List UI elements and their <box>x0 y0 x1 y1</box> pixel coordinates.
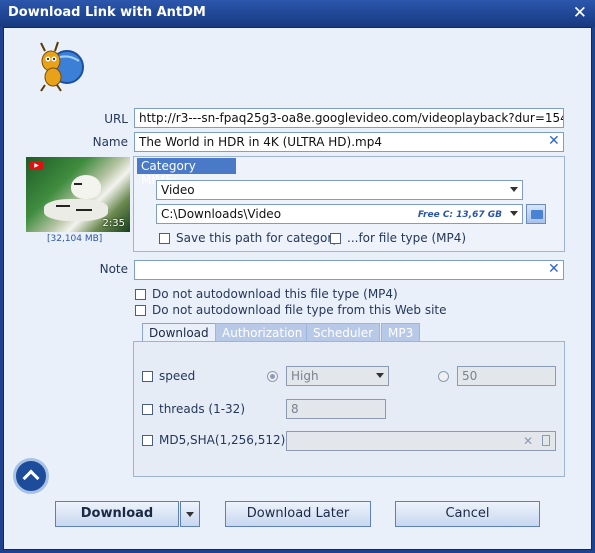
chevron-down-icon <box>186 512 194 517</box>
clear-hash-icon[interactable]: ✕ <box>523 434 533 448</box>
speed-checkbox[interactable] <box>142 371 153 382</box>
save-path-select[interactable]: C:\Downloads\Video Free C: 13,67 GB <box>156 204 523 224</box>
tab-authorization[interactable]: Authorization <box>215 323 310 342</box>
tiger-head-shape <box>71 175 101 199</box>
collapse-button[interactable] <box>13 458 49 494</box>
speed-preset-radio[interactable] <box>267 371 278 382</box>
paste-icon[interactable] <box>542 435 550 446</box>
chevron-down-icon <box>376 373 384 378</box>
name-field[interactable]: The World in HDR in 4K (ULTRA HD).mp4 <box>134 132 564 152</box>
hash-field[interactable]: ✕ <box>286 431 556 451</box>
save-path-value: C:\Downloads\Video <box>161 207 282 221</box>
dialog-window: Download Link with AntDM ✕ URL http://r3… <box>0 0 595 553</box>
hash-label: MD5,SHA(1,256,512) <box>159 433 286 447</box>
save-path-checkbox[interactable] <box>159 233 170 244</box>
tab-mp3[interactable]: MP3 <box>381 323 421 342</box>
save-path-label: Save this path for category <box>176 231 340 245</box>
window-title: Download Link with AntDM <box>8 5 206 20</box>
speed-label: speed <box>159 369 196 383</box>
stripe <box>56 205 70 207</box>
download-later-button[interactable]: Download Later <box>225 501 371 527</box>
speed-preset-select[interactable]: High <box>286 366 389 386</box>
hash-checkbox[interactable] <box>142 435 153 446</box>
download-menu-button[interactable] <box>180 501 200 527</box>
note-label: Note <box>99 262 128 276</box>
chevron-down-icon <box>510 211 518 216</box>
stripe <box>76 209 92 211</box>
youtube-icon: ▶ <box>30 161 43 170</box>
no-autodownload-site-checkbox[interactable] <box>135 305 146 316</box>
clear-note-icon[interactable]: ✕ <box>548 261 560 277</box>
title-bar[interactable]: Download Link with AntDM ✕ <box>0 0 595 27</box>
threads-field[interactable]: 8 <box>286 399 386 419</box>
file-size: [32,104 MB] <box>47 234 103 244</box>
category-header: Category MIME: <box>137 158 236 187</box>
tab-download[interactable]: Download <box>142 323 216 342</box>
ant-logo-icon <box>40 41 84 92</box>
speed-preset-value: High <box>291 369 319 383</box>
threads-label: threads (1-32) <box>159 402 245 416</box>
file-type-label: ...for file type (MP4) <box>347 231 467 245</box>
speed-custom-field[interactable]: 50 <box>457 366 556 386</box>
video-thumbnail: ▶ 2:35 <box>26 157 130 232</box>
cancel-button[interactable]: Cancel <box>395 501 540 527</box>
stripe <box>74 183 82 185</box>
no-autodownload-type-checkbox[interactable] <box>135 289 146 300</box>
note-field[interactable] <box>134 260 564 280</box>
threads-checkbox[interactable] <box>142 404 153 415</box>
name-label: Name <box>92 135 128 149</box>
url-field[interactable]: http://r3---sn-fpaq25g3-oa8e.googlevideo… <box>134 108 564 128</box>
url-label: URL <box>104 112 128 126</box>
video-duration: 2:35 <box>102 218 125 229</box>
free-space-label: Free C: 13,67 GB <box>417 210 502 220</box>
chevron-down-icon <box>510 187 518 192</box>
browse-folder-button[interactable] <box>526 204 546 224</box>
tab-scheduler[interactable]: Scheduler <box>306 323 381 342</box>
category-value: Video <box>161 183 195 197</box>
close-icon[interactable]: ✕ <box>573 3 587 23</box>
clear-name-icon[interactable]: ✕ <box>548 133 560 149</box>
folder-icon <box>531 210 543 219</box>
file-type-checkbox[interactable] <box>330 233 341 244</box>
download-button[interactable]: Download <box>55 501 179 527</box>
category-select[interactable]: Video <box>156 180 523 200</box>
no-autodownload-site-label: Do not autodownload file type from this … <box>152 303 447 317</box>
chevron-up-icon <box>22 469 40 487</box>
speed-custom-radio[interactable] <box>438 371 449 382</box>
no-autodownload-type-label: Do not autodownload this file type (MP4) <box>152 287 398 301</box>
